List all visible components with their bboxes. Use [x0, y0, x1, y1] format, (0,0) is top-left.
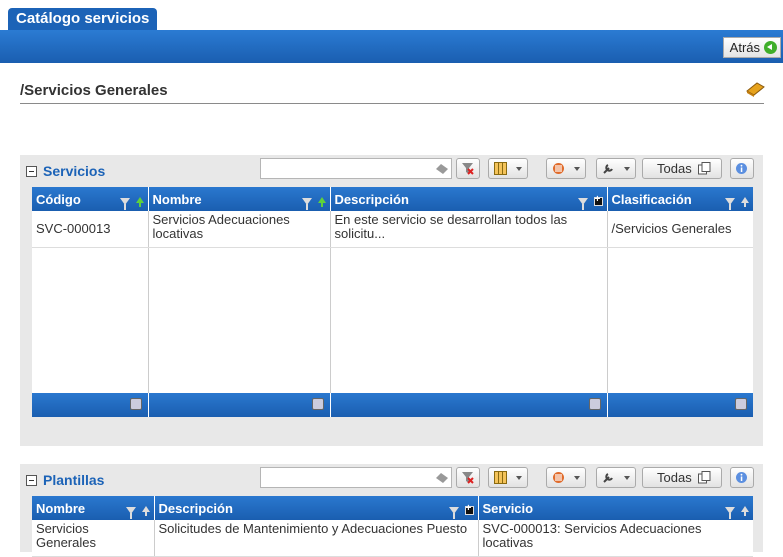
eraser-icon [436, 164, 448, 174]
tools-menu-button[interactable] [596, 158, 636, 179]
sort-icon[interactable] [741, 197, 749, 207]
page-title: /Servicios Generales [20, 82, 168, 99]
calculator-icon[interactable] [129, 398, 142, 410]
todas-label: Todas [657, 470, 692, 485]
copy-pages-icon [698, 471, 711, 484]
cell-codigo: SVC-000013 [32, 211, 149, 248]
section-divider [20, 103, 764, 104]
clear-search-button[interactable] [432, 467, 452, 488]
cell-nombre: Servicios Generales [32, 520, 155, 557]
info-icon [736, 163, 747, 174]
filter-icon[interactable] [125, 507, 136, 519]
servicios-panel: Servicios Todas Código Nombre Descripció… [20, 155, 763, 446]
calculator-icon[interactable] [588, 398, 601, 410]
table-header-row: Nombre Descripción Servicio [32, 496, 753, 520]
wrench-icon [603, 473, 613, 483]
columns-icon [494, 471, 507, 484]
eraser-icon [436, 473, 448, 483]
plantillas-search-input[interactable] [260, 467, 452, 488]
chevron-down-icon [624, 476, 630, 480]
chevron-down-icon [574, 167, 580, 171]
cell-servicio: SVC-000013: Servicios Adecuaciones locat… [478, 520, 753, 557]
filter-clear-button[interactable] [456, 158, 480, 179]
filter-icon[interactable] [725, 507, 735, 519]
plantillas-table: Nombre Descripción Servicio Servicios Ge… [32, 496, 753, 557]
columns-icon [494, 162, 507, 175]
column-header-descripcion[interactable]: Descripción [330, 187, 608, 211]
chevron-down-icon [574, 476, 580, 480]
servicios-search-input[interactable] [260, 158, 452, 179]
todas-label: Todas [657, 161, 692, 176]
servicios-panel-title[interactable]: Servicios [26, 163, 105, 179]
plantillas-panel: Plantillas Todas Nombre Descripción Serv… [20, 464, 763, 557]
cell-descripcion: En este servicio se desarrollan todos la… [330, 211, 608, 248]
sort-asc-icon[interactable] [135, 197, 144, 207]
column-header-servicio[interactable]: Servicio [478, 496, 753, 520]
filter-clear-button[interactable] [456, 467, 480, 488]
plantillas-panel-title[interactable]: Plantillas [26, 472, 104, 488]
filter-icon[interactable] [301, 198, 312, 210]
chevron-down-icon [624, 167, 630, 171]
filter-icon[interactable] [725, 198, 735, 210]
tab-strip: Catálogo servicios [0, 0, 783, 32]
servicios-table: Código Nombre Descripción Clasificación … [32, 187, 753, 417]
table-row[interactable]: SVC-000013 Servicios Adecuaciones locati… [32, 211, 753, 248]
info-icon [736, 472, 747, 483]
back-button[interactable]: Atrás [722, 37, 781, 58]
todas-button[interactable]: Todas [642, 158, 722, 179]
column-header-clasificacion[interactable]: Clasificación [607, 187, 753, 211]
filter-remove-icon [462, 163, 474, 175]
columns-menu-button[interactable] [488, 158, 528, 179]
collapse-icon[interactable] [26, 166, 37, 177]
chevron-down-icon [516, 167, 522, 171]
export-icon [553, 163, 564, 174]
chevron-down-icon [516, 476, 522, 480]
todas-button[interactable]: Todas [642, 467, 722, 488]
sort-asc-icon[interactable] [317, 197, 326, 207]
filter-icon[interactable] [577, 198, 588, 210]
sort-icon[interactable] [141, 506, 150, 516]
columns-menu-button[interactable] [488, 467, 528, 488]
export-menu-button[interactable] [546, 158, 586, 179]
collapse-icon[interactable] [26, 475, 37, 486]
go-back-icon [764, 41, 777, 54]
table-footer-row [32, 393, 753, 417]
table-header-row: Código Nombre Descripción Clasificación [32, 187, 753, 211]
filter-remove-icon [462, 472, 474, 484]
empty-area-row [32, 247, 753, 393]
wrench-icon [603, 164, 613, 174]
clear-search-button[interactable] [432, 158, 452, 179]
top-bar [0, 30, 783, 63]
calculator-icon[interactable] [311, 398, 324, 410]
cell-descripcion: Solicitudes de Mantenimiento y Adecuacio… [154, 520, 479, 557]
tools-menu-button[interactable] [596, 467, 636, 488]
info-button[interactable] [730, 467, 754, 488]
sort-icon[interactable] [741, 506, 749, 516]
book-icon[interactable] [745, 79, 765, 97]
export-icon [553, 472, 564, 483]
calculator-icon[interactable] [735, 398, 747, 410]
filter-icon[interactable] [119, 198, 130, 210]
column-header-descripcion[interactable]: Descripción [154, 496, 479, 520]
back-button-label: Atrás [729, 40, 760, 55]
cell-nombre: Servicios Adecuaciones locativas [148, 211, 331, 248]
table-row[interactable]: Servicios Generales Solicitudes de Mante… [32, 520, 753, 557]
column-header-nombre[interactable]: Nombre [148, 187, 331, 211]
column-header-codigo[interactable]: Código [32, 187, 149, 211]
cell-clasificacion: /Servicios Generales [607, 211, 753, 248]
export-menu-button[interactable] [546, 467, 586, 488]
expand-icon[interactable] [464, 503, 474, 515]
copy-pages-icon [698, 162, 711, 175]
column-header-nombre[interactable]: Nombre [32, 496, 155, 520]
tab-catalogo-servicios[interactable]: Catálogo servicios [8, 8, 158, 32]
info-button[interactable] [730, 158, 754, 179]
expand-icon[interactable] [593, 194, 603, 206]
filter-icon[interactable] [448, 507, 459, 519]
